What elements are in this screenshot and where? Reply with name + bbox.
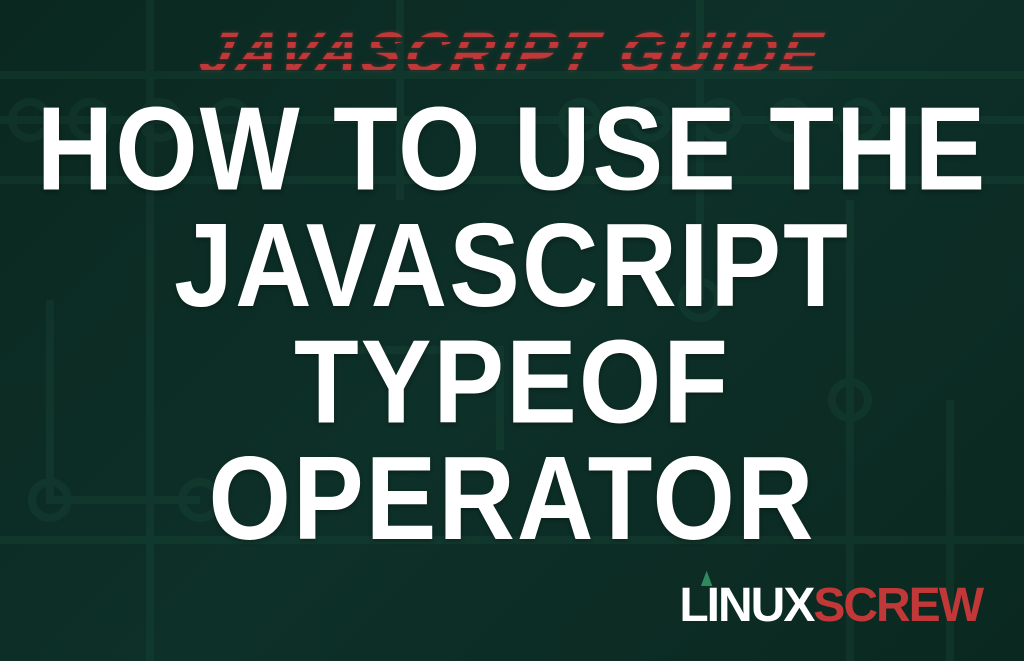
title-line-2: JAVASCRIPT TYPEOF bbox=[0, 208, 1024, 441]
linuxscrew-logo: ▲ LINUX SCREW bbox=[679, 578, 982, 633]
logo-linux-text: ▲ LINUX bbox=[679, 578, 813, 633]
title-line-1: HOW TO USE THE bbox=[0, 92, 1024, 208]
logo-screw-text: SCREW bbox=[813, 578, 982, 633]
title-line-3: OPERATOR bbox=[0, 441, 1024, 557]
guide-subtitle: JAVASCRIPT GUIDE bbox=[194, 20, 831, 87]
tree-icon: ▲ bbox=[697, 562, 715, 593]
main-title: HOW TO USE THE JAVASCRIPT TYPEOF OPERATO… bbox=[0, 92, 1024, 557]
content-container: JAVASCRIPT GUIDE HOW TO USE THE JAVASCRI… bbox=[0, 0, 1024, 661]
